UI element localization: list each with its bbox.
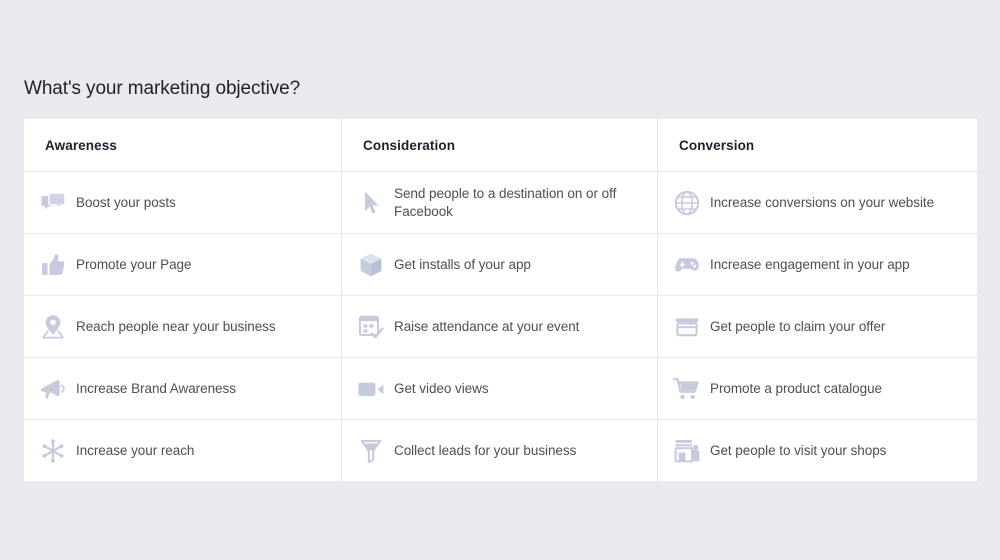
location-pin-icon	[36, 312, 70, 342]
objective-row-get-video-views[interactable]: Get video views	[342, 358, 657, 420]
objective-label: Increase your reach	[76, 442, 195, 458]
objective-row-send-people-to-a-destination[interactable]: Send people to a destination on or off F…	[342, 172, 657, 234]
cursor-arrow-icon	[354, 188, 388, 218]
storefront-person-icon	[670, 436, 704, 466]
objective-label: Send people to a destination on or off F…	[394, 185, 617, 219]
objective-label: Promote your Page	[76, 256, 192, 272]
megaphone-icon	[36, 374, 70, 404]
reach-starburst-icon	[36, 436, 70, 466]
objective-row-reach-people-near-your-business[interactable]: Reach people near your business	[24, 296, 341, 358]
objective-row-promote-your-page[interactable]: Promote your Page	[24, 234, 341, 296]
column-header-conversion: Conversion	[658, 119, 977, 172]
column-header-consideration: Consideration	[342, 119, 657, 172]
objective-label: Get video views	[394, 380, 489, 396]
objective-row-boost-your-posts[interactable]: Boost your posts	[24, 172, 341, 234]
objective-label: Increase engagement in your app	[710, 256, 910, 272]
event-calendar-icon	[354, 312, 388, 342]
column-header-label: Consideration	[363, 137, 456, 153]
objective-row-get-people-to-claim-your-offer[interactable]: Get people to claim your offer	[658, 296, 977, 358]
column-header-label: Awareness	[45, 137, 117, 153]
objective-label: Reach people near your business	[76, 318, 276, 334]
objective-label: Increase conversions on your website	[710, 194, 935, 210]
objective-row-get-installs-of-your-app[interactable]: Get installs of your app	[342, 234, 657, 296]
objective-row-increase-brand-awareness[interactable]: Increase Brand Awareness	[24, 358, 341, 420]
objective-label: Promote a product catalogue	[710, 380, 883, 396]
column-awareness: Awareness Boost your posts Promote your …	[24, 119, 342, 481]
objective-label: Get people to visit your shops	[710, 442, 887, 458]
objective-label: Get people to claim your offer	[710, 318, 886, 334]
objective-label: Increase Brand Awareness	[76, 380, 236, 396]
objective-label: Get installs of your app	[394, 256, 531, 272]
objective-label: Raise attendance at your event	[394, 318, 580, 334]
app-install-box-icon	[354, 250, 388, 280]
shopping-cart-icon	[670, 374, 704, 404]
column-consideration: Consideration Send people to a destinati…	[342, 119, 658, 481]
column-header-label: Conversion	[679, 137, 755, 153]
objective-row-promote-a-product-catalogue[interactable]: Promote a product catalogue	[658, 358, 977, 420]
objective-row-get-people-to-visit-your-shops[interactable]: Get people to visit your shops	[658, 420, 977, 481]
objective-label: Boost your posts	[76, 194, 176, 210]
objective-row-raise-attendance-at-your-event[interactable]: Raise attendance at your event	[342, 296, 657, 358]
objective-label: Collect leads for your business	[394, 442, 577, 458]
video-camera-icon	[354, 374, 388, 404]
boost-posts-icon	[36, 188, 70, 218]
marketing-objective-table: Awareness Boost your posts Promote your …	[24, 119, 977, 481]
globe-icon	[670, 188, 704, 218]
objective-row-collect-leads-for-your-business[interactable]: Collect leads for your business	[342, 420, 657, 481]
column-conversion: Conversion Increase conversions on your …	[658, 119, 977, 481]
page-title: What's your marketing objective?	[24, 78, 301, 99]
lead-funnel-icon	[354, 436, 388, 466]
objective-row-increase-your-reach[interactable]: Increase your reach	[24, 420, 341, 481]
objective-row-increase-conversions-on-your-website[interactable]: Increase conversions on your website	[658, 172, 977, 234]
objective-row-increase-engagement-in-your-app[interactable]: Increase engagement in your app	[658, 234, 977, 296]
gamepad-icon	[670, 250, 704, 280]
column-header-awareness: Awareness	[24, 119, 341, 172]
thumbs-up-icon	[36, 250, 70, 280]
offer-coupon-icon	[670, 312, 704, 342]
